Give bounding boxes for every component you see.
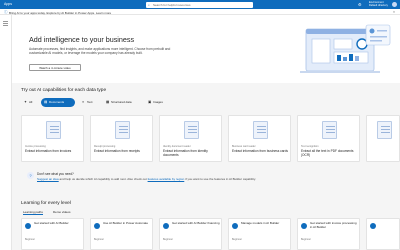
menu-icon[interactable]: [3, 21, 8, 22]
capability-card[interactable]: Receipt processing Extract information f…: [90, 115, 153, 162]
hero-illustration: [300, 24, 391, 73]
capabilities-title: Try out AI capabilities for each data ty…: [21, 88, 107, 93]
features-by-region-link[interactable]: features available by region: [148, 177, 185, 181]
pdf-icon: [322, 121, 337, 139]
card-title: Extract information from receipts: [94, 149, 140, 153]
hero-description: Automate processes, find insights, and m…: [29, 47, 171, 55]
learn-path-icon: [94, 223, 100, 229]
learning-card[interactable]: Use AI Builder in Power Automate Beginne…: [90, 218, 153, 250]
close-icon[interactable]: ×: [393, 10, 395, 14]
card-thumbnail: [22, 116, 83, 143]
tab-text-label: Text: [87, 100, 93, 104]
image-icon: ▣: [148, 100, 152, 104]
learning-card-level: Beginner: [301, 238, 312, 241]
menu-icon-line: [3, 23, 8, 24]
menu-icon-line: [3, 25, 8, 26]
watch-video-button[interactable]: Watch a 4-minute video: [29, 64, 81, 71]
suggest-idea-link[interactable]: Suggest an idea: [37, 177, 59, 181]
banner-text: Bring AI to your apps today. Explore by …: [9, 10, 112, 15]
id-card-icon: [184, 121, 199, 139]
gear-icon[interactable]: ⚙: [358, 2, 362, 7]
card-subtitle: Receipt processing: [94, 145, 116, 148]
table-icon: ▦: [106, 100, 110, 104]
tab-structured-data-label: Structured data: [111, 100, 132, 104]
card-subtitle: Invoice processing: [25, 145, 46, 148]
receipt-icon: [115, 121, 130, 139]
tab-text[interactable]: ≡ Text: [79, 98, 101, 107]
tab-all[interactable]: ✦ All: [21, 98, 39, 107]
app-name[interactable]: Apps: [4, 2, 12, 6]
capability-card[interactable]: Business card reader Extract information…: [228, 115, 291, 162]
capability-card[interactable]: Invoice processing Extract information f…: [21, 115, 84, 162]
learning-card-title: Manage models in AI Builder: [241, 221, 280, 225]
tab-structured-data[interactable]: ▦ Structured data: [103, 98, 145, 107]
card-title: Extract all the text in PDF documents (O…: [301, 149, 354, 157]
left-nav: [0, 15, 12, 250]
search-icon: ⌕: [148, 2, 150, 7]
lightbulb-icon: ?: [27, 172, 34, 179]
learn-path-icon: [370, 223, 376, 229]
text-icon: ≡: [82, 100, 85, 104]
card-thumbnail: [160, 116, 221, 143]
tab-learning-paths[interactable]: Learning paths: [23, 210, 43, 215]
card-thumbnail: [229, 116, 290, 143]
card-subtitle: Text recognition: [301, 145, 319, 148]
card-title: Extract information from identity docume…: [163, 149, 208, 157]
tab-documents[interactable]: ▤ Documents: [41, 98, 75, 107]
help-text-end: if you want to use the features in AI Bu…: [184, 177, 256, 181]
avatar[interactable]: [392, 2, 397, 7]
learning-card-level: Beginner: [163, 238, 174, 241]
card-title: Extract information from invoices: [25, 149, 72, 153]
learning-card-title: Get started with invoice processing in A…: [310, 221, 357, 229]
page-title: Add intelligence to your business: [29, 35, 135, 44]
help-text-middle: and help us decide which AI capability t…: [58, 177, 148, 181]
capability-card[interactable]: Identity document reader Extract informa…: [159, 115, 222, 162]
card-thumbnail: [367, 116, 399, 143]
learning-card[interactable]: Manage models in AI Builder Beginner: [228, 218, 291, 250]
learning-card-level: Beginner: [25, 238, 36, 241]
help-title: Don't see what you need?: [37, 172, 74, 176]
document-icon: ▤: [44, 100, 48, 104]
learning-card[interactable]: Get started with AI Builder Beginner: [21, 218, 84, 250]
learning-card-title: Get started with AI Builder: [34, 221, 69, 225]
learning-card[interactable]: [366, 218, 400, 250]
card-thumbnail: [298, 116, 359, 143]
learn-path-icon: [25, 223, 31, 229]
help-text: Suggest an idea and help us decide which…: [37, 177, 256, 181]
search-placeholder: Search for helpful resources: [153, 2, 191, 7]
document-icon: [377, 121, 392, 139]
environment-name: Default directory: [369, 4, 388, 7]
tab-images-label: Images: [153, 100, 163, 104]
business-card-icon: [253, 121, 268, 139]
learning-card-level: Beginner: [94, 238, 105, 241]
learning-card-level: Beginner: [232, 238, 243, 241]
capability-card[interactable]: [366, 115, 400, 162]
document-icon: [46, 121, 61, 139]
learn-path-icon: [301, 223, 307, 229]
environment-picker[interactable]: Environment Default directory: [369, 1, 388, 7]
learning-card[interactable]: Get started with AI Builder financing Be…: [159, 218, 222, 250]
tab-images[interactable]: ▣ Images: [145, 98, 173, 107]
tab-all-label: All: [29, 100, 33, 104]
card-subtitle: Business card reader: [232, 145, 256, 148]
learning-title: Learning for every level: [21, 201, 71, 206]
learning-card-title: Use AI Builder in Power Automate: [103, 221, 149, 225]
tab-documents-label: Documents: [49, 100, 65, 104]
learning-card-title: Get started with AI Builder financing: [172, 221, 220, 225]
card-subtitle: Identity document reader: [163, 145, 191, 148]
tab-demo-videos[interactable]: Demo videos: [53, 210, 71, 214]
card-title: Extract information from business cards: [232, 149, 288, 153]
sparkle-icon: ✦: [24, 100, 27, 104]
card-thumbnail: [91, 116, 152, 143]
learn-path-icon: [163, 223, 169, 229]
learn-path-icon: [232, 223, 238, 229]
search-input[interactable]: ⌕ Search for helpful resources: [146, 1, 253, 8]
capability-card[interactable]: Text recognition Extract all the text in…: [297, 115, 360, 162]
learning-card[interactable]: Get started with invoice processing in A…: [297, 218, 360, 250]
top-bar: Apps ⌕ Search for helpful resources ⚙ En…: [0, 0, 400, 9]
